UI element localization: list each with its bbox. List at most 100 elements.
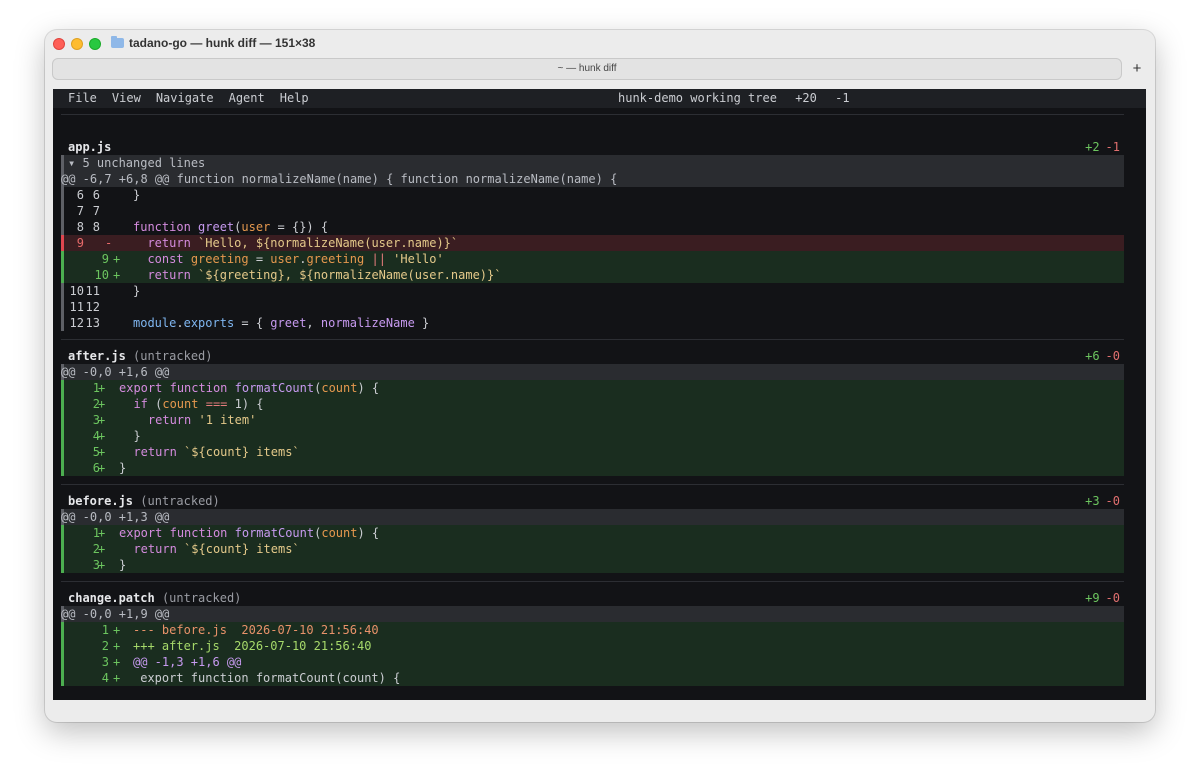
file-name: before.js (untracked) — [68, 493, 220, 509]
new-line-number: 4 — [101, 671, 109, 685]
line-gutter — [61, 315, 64, 331]
diff-line-ctx: 6 6} — [61, 187, 1124, 203]
file-deletions: -0 — [1105, 591, 1120, 605]
diff-marker: + — [113, 252, 121, 266]
line-gutter — [61, 460, 64, 476]
line-gutter — [61, 203, 64, 219]
code-text: return `Hello, ${normalizeName(user.name… — [147, 236, 459, 250]
new-tab-button[interactable]: + — [1129, 58, 1145, 80]
file-stats: +3 -0 — [1085, 493, 1120, 509]
menu-agent[interactable]: Agent — [229, 89, 265, 108]
code-text: export function formatCount(count) { — [119, 526, 380, 540]
repo-status: hunk-demo working tree +20 -1 — [618, 89, 861, 108]
diff-line-ctx: 8 8 function greet(user = {}) { — [61, 219, 1124, 235]
file-separator — [61, 581, 1124, 582]
old-line-number: 9 — [76, 236, 84, 250]
diff-line-add: 9 + const greeting = user.greeting || 'He… — [61, 251, 1124, 267]
file-stats: +9 -0 — [1085, 590, 1120, 606]
diff-line-add: 10 + return `${greeting}, ${normalizeName… — [61, 267, 1124, 283]
diff-marker: + — [98, 397, 106, 411]
zoom-button[interactable] — [89, 38, 101, 50]
diff-line-add: 1 + export function formatCount(count) { — [61, 380, 1124, 396]
file-header[interactable]: app.js +2 -1 — [61, 139, 1124, 155]
new-line-number: 10 — [94, 268, 109, 282]
diff-marker: + — [98, 542, 106, 556]
new-line-number: 13 — [85, 316, 100, 330]
file-additions: +3 — [1085, 494, 1100, 508]
diff-line-del: 9 - return `Hello, ${normalizeName(user.n… — [61, 235, 1124, 251]
hunk-header: @@ -0,0 +1,9 @@ — [61, 606, 1124, 622]
file-additions: +6 — [1085, 349, 1100, 363]
collapsed-lines-toggle[interactable]: ▾ 5 unchanged lines — [61, 155, 1124, 171]
file-name-text: after.js — [68, 349, 126, 363]
code-text: @@ -1,3 +1,6 @@ — [133, 655, 242, 669]
line-gutter — [61, 267, 64, 283]
code-text: return '1 item' — [147, 413, 257, 427]
file-header[interactable]: after.js (untracked) +6 -0 — [61, 348, 1124, 364]
file-separator — [61, 484, 1124, 485]
diff-marker: + — [113, 639, 121, 653]
line-gutter — [61, 541, 64, 557]
terminal-content[interactable]: File View Navigate Agent Help hunk-demo … — [53, 89, 1146, 700]
total-additions: +20 — [795, 91, 817, 105]
diff-marker: + — [98, 526, 106, 540]
diff-marker: + — [113, 623, 121, 637]
diff-line-add: 2 + return `${count} items` — [61, 541, 1124, 557]
minimize-button[interactable] — [71, 38, 83, 50]
old-line-number: 12 — [69, 316, 84, 330]
line-gutter — [61, 412, 64, 428]
menu-navigate[interactable]: Navigate — [156, 89, 214, 108]
line-gutter — [61, 155, 64, 171]
diff-marker: + — [98, 381, 106, 395]
diff-marker: + — [98, 445, 106, 459]
diff-line-add: 1 + export function formatCount(count) { — [61, 525, 1124, 541]
untracked-label: (untracked) — [140, 494, 220, 508]
menu-file[interactable]: File — [68, 89, 97, 108]
code-text: export function formatCount(count) { — [119, 381, 380, 395]
diff-marker: + — [98, 413, 106, 427]
code-text: } — [119, 461, 127, 475]
old-line-number: 8 — [76, 220, 84, 234]
window-controls — [53, 38, 101, 50]
code-text: const greeting = user.greeting || 'Hello… — [147, 252, 444, 266]
old-line-number: 6 — [76, 188, 84, 202]
line-gutter — [61, 670, 64, 686]
diff-line-add: 2 + if (count === 1) { — [61, 396, 1124, 412]
menu-help[interactable]: Help — [280, 89, 309, 108]
hunk-header-text: @@ -6,7 +6,8 @@ function normalizeName(n… — [61, 172, 618, 186]
diff-line-add: 3 +} — [61, 557, 1124, 573]
terminal-window: tadano-go — hunk diff — 151×38 ~ — hunk … — [45, 30, 1155, 722]
line-gutter — [61, 219, 64, 235]
code-text: +++ after.js 2026-07-10 21:56:40 — [133, 639, 372, 653]
close-button[interactable] — [53, 38, 65, 50]
old-line-number: 7 — [76, 204, 84, 218]
code-text: return `${greeting}, ${normalizeName(use… — [147, 268, 502, 282]
folder-icon — [111, 36, 124, 48]
tab-hunk-diff[interactable]: ~ — hunk diff — [52, 58, 1122, 80]
new-line-number: 9 — [101, 252, 109, 266]
new-line-number: 7 — [92, 204, 100, 218]
untracked-label: (untracked) — [133, 349, 213, 363]
diff-line-ctx: 77 — [61, 203, 1124, 219]
menu-view[interactable]: View — [112, 89, 141, 108]
code-text: return `${count} items` — [133, 445, 300, 459]
diff-line-add: 2 + +++ after.js 2026-07-10 21:56:40 — [61, 638, 1124, 654]
diff-line-add: 3 + return '1 item' — [61, 412, 1124, 428]
window-title: tadano-go — hunk diff — 151×38 — [111, 36, 315, 50]
app-menubar: File View Navigate Agent Help hunk-demo … — [53, 89, 1146, 108]
file-header[interactable]: change.patch (untracked) +9 -0 — [61, 590, 1124, 606]
diff-marker: - — [105, 236, 113, 250]
hunk-header: @@ -6,7 +6,8 @@ function normalizeName(n… — [61, 171, 1124, 187]
file-deletions: -0 — [1105, 349, 1120, 363]
old-line-number: 11 — [69, 300, 84, 314]
code-text: } — [119, 558, 127, 572]
line-gutter — [61, 428, 64, 444]
line-gutter — [61, 557, 64, 573]
title-bar: tadano-go — hunk diff — 151×38 — [45, 30, 1155, 58]
hunk-header-text: @@ -0,0 +1,6 @@ — [61, 365, 170, 379]
diff-marker: + — [113, 268, 121, 282]
new-line-number: 12 — [85, 300, 100, 314]
line-gutter — [61, 525, 64, 541]
collapsed-lines-label: ▾ 5 unchanged lines — [68, 156, 206, 170]
file-header[interactable]: before.js (untracked) +3 -0 — [61, 493, 1124, 509]
